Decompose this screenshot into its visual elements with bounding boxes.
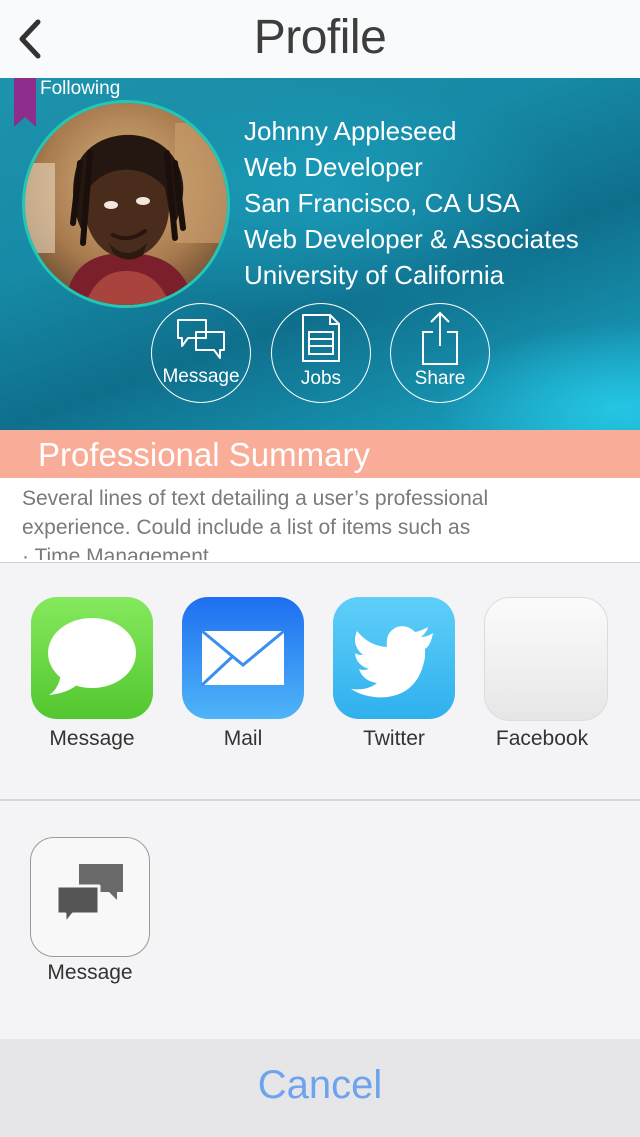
- avatar: [22, 100, 230, 308]
- share-button[interactable]: Share: [390, 303, 490, 403]
- mail-app-button[interactable]: [182, 597, 304, 719]
- navigation-bar: Profile: [0, 0, 640, 79]
- twitter-app-button[interactable]: [333, 597, 455, 719]
- page-title: Profile: [253, 11, 387, 64]
- mail-app-icon: [200, 629, 285, 687]
- summary-line: experience. Could include a list of item…: [22, 516, 471, 539]
- messages-app-button[interactable]: [31, 597, 153, 719]
- summary-line: Several lines of text detailing a user’s…: [22, 487, 489, 510]
- twitter-app-label: Twitter: [363, 727, 425, 750]
- profile-company: Web Developer & Associates: [244, 224, 579, 254]
- facebook-app-label: Facebook: [495, 727, 589, 750]
- profile-school: University of California: [244, 260, 505, 290]
- divider: [0, 799, 640, 801]
- facebook-app-icon: [485, 598, 607, 720]
- message-action-label: Message: [47, 961, 133, 984]
- messages-app-icon: [48, 618, 136, 695]
- share-sheet: Message Mail Twitter Facebook Message Ca…: [0, 562, 640, 1137]
- twitter-app-icon: [351, 626, 433, 698]
- summary-list-item: · Time Management: [22, 545, 209, 560]
- jobs-button[interactable]: Jobs: [271, 303, 371, 403]
- messages-app-label: Message: [49, 727, 135, 750]
- message-action-button[interactable]: [30, 837, 150, 957]
- chat-bubbles-icon: [55, 864, 123, 926]
- profile-header: Following Johnny Appleseed Web Developer…: [0, 78, 640, 430]
- share-icon: [422, 311, 458, 365]
- summary-text: Several lines of text detailing a user’s…: [22, 484, 622, 560]
- profile-job-title: Web Developer: [244, 152, 423, 182]
- jobs-button-label: Jobs: [300, 368, 342, 389]
- cancel-label: Cancel: [257, 1063, 383, 1107]
- message-button[interactable]: Message: [151, 303, 251, 403]
- summary-header: Professional Summary: [0, 430, 640, 478]
- mail-app-label: Mail: [223, 727, 263, 750]
- facebook-app-button[interactable]: [484, 597, 608, 721]
- share-button-label: Share: [414, 368, 466, 389]
- document-icon: [302, 314, 340, 362]
- following-label: Following: [40, 78, 121, 99]
- cancel-button[interactable]: Cancel: [0, 1039, 640, 1137]
- chat-bubbles-icon: [177, 319, 225, 359]
- following-ribbon-icon: [14, 78, 36, 127]
- summary-heading: Professional Summary: [38, 436, 370, 473]
- message-button-label: Message: [162, 366, 240, 387]
- profile-location: San Francisco, CA USA: [244, 188, 520, 218]
- profile-name: Johnny Appleseed: [244, 116, 457, 146]
